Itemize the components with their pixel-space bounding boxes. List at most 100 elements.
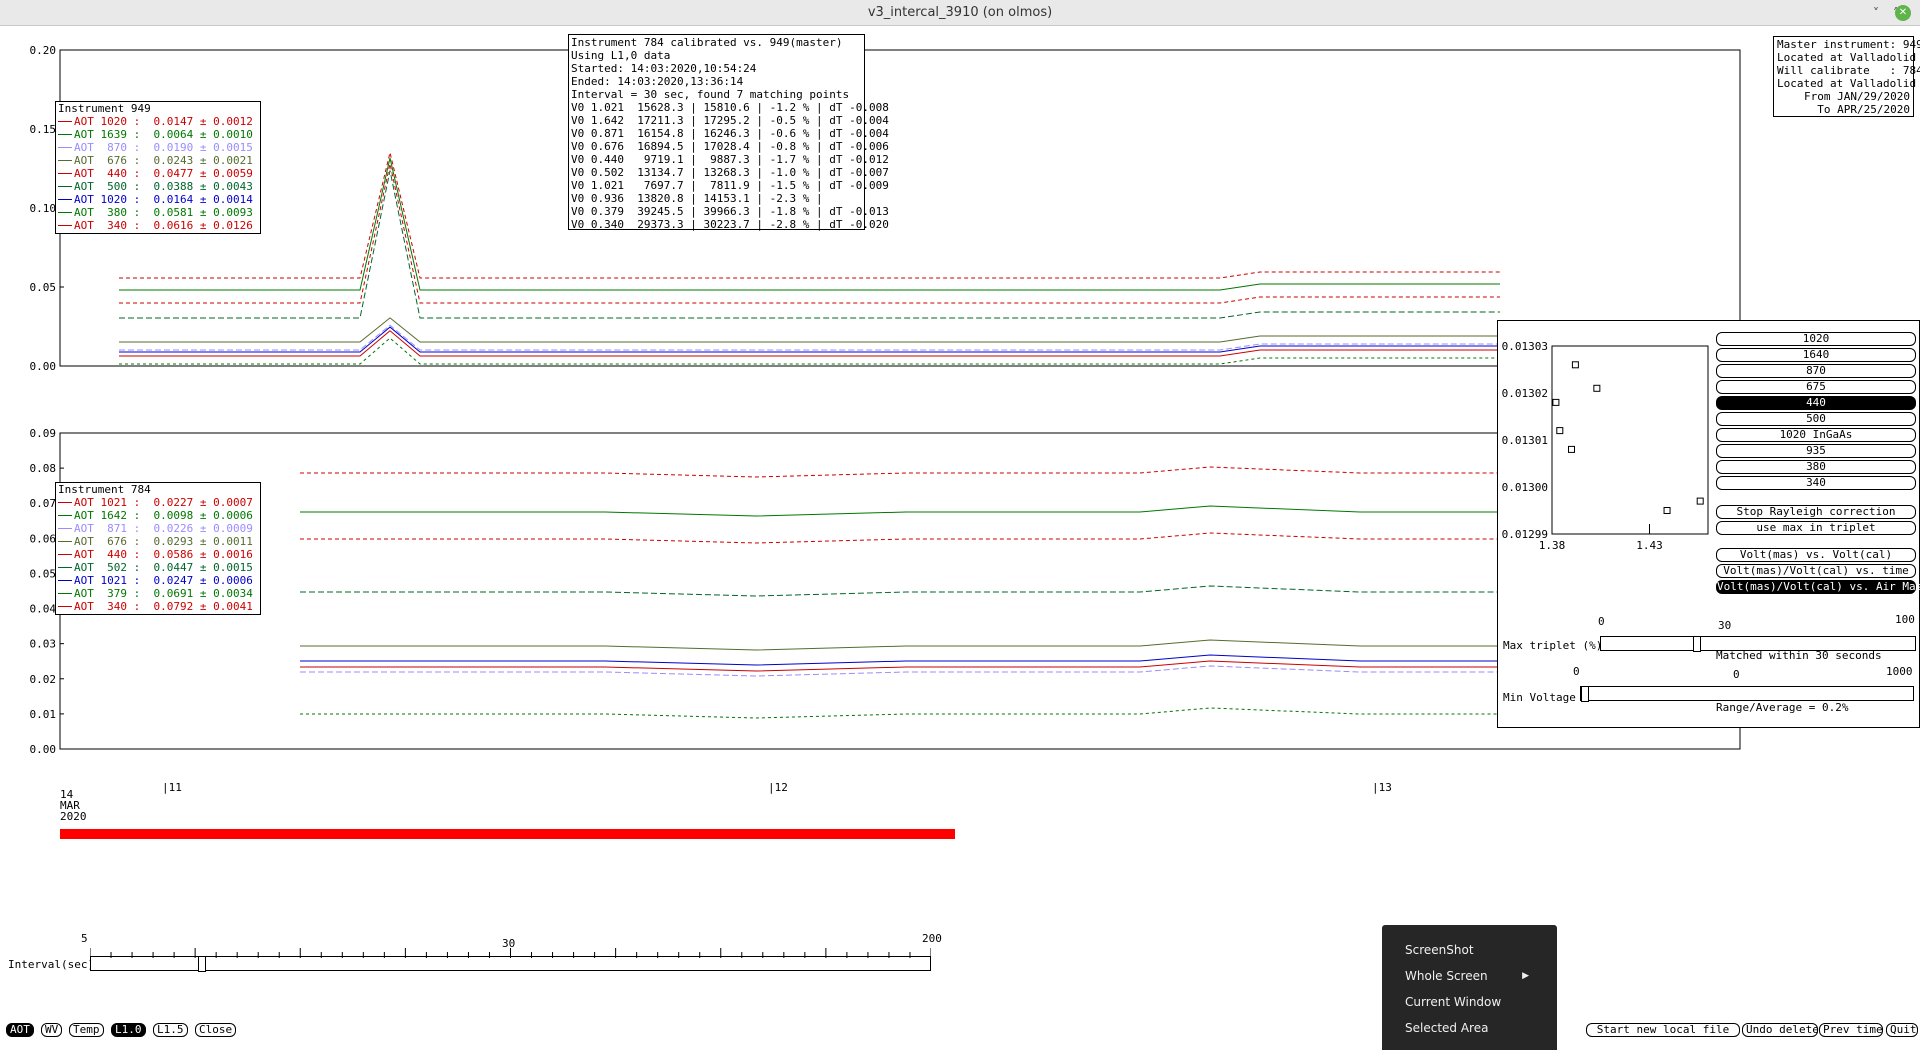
plot-mode-button-1[interactable]: Volt(mas) vs. Volt(cal) [1716,548,1916,562]
minimize-button[interactable]: ˅ [1866,3,1886,23]
bottom-button-quit[interactable]: Quit [1886,1023,1918,1037]
mini-data-point [1696,497,1704,505]
legend-entry: AOT 676 : 0.0293 ± 0.0011 [58,535,258,548]
close-window-button[interactable]: ✕ [1895,5,1911,21]
wavelength-button-380[interactable]: 380 [1716,460,1916,474]
mini-chart-frame [1551,345,1709,535]
y-tick-label: 0.03 [30,638,57,651]
wavelength-button-675[interactable]: 675 [1716,380,1916,394]
use-max-triplet-button[interactable]: use max in triplet [1716,521,1916,535]
bottom-series-line [300,639,1500,651]
min-voltage-slider[interactable] [1580,686,1914,702]
bottom-button-l15[interactable]: L1.5 [153,1023,188,1037]
mini-y-tick: 0.01302 [1502,387,1548,400]
info-line: V0 1.642 17211.3 | 17295.2 | -0.5 % | dT… [571,114,889,127]
wavelength-button-935[interactable]: 935 [1716,444,1916,458]
max-triplet-mid: 30 [1718,619,1732,632]
legend-label: AOT 1021 : [74,574,154,587]
bottom-series-line [300,505,1500,517]
master-line: Located at Valladolid [1777,51,1917,64]
interval-ticks [90,948,931,958]
legend-entry: AOT 870 : 0.0190 ± 0.0015 [58,141,258,154]
min-voltage-note: Range/Average = 0.2% [1716,701,1849,714]
legend-marker-icon [58,147,72,148]
bottom-button-l10[interactable]: L1.0 [111,1023,146,1037]
info-line: V0 0.340 29373.3 | 30223.7 | -2.8 % | dT… [571,218,889,231]
menu-item-screenshot[interactable]: ScreenShot [1382,937,1557,963]
interval-label: Interval(sec) [8,958,95,971]
legend-value: 0.0164 ± 0.0014 [153,193,253,206]
bottom-legend: Instrument 784 AOT 1021 : 0.0227 ± 0.000… [55,482,261,615]
y-tick-label: 0.04 [30,603,57,616]
bottom-button-undo-delete[interactable]: Undo delete [1742,1023,1819,1037]
legend-value: 0.0388 ± 0.0043 [153,180,253,193]
menu-item-current-window[interactable]: Current Window [1382,989,1557,1015]
legend-entry: AOT 1639 : 0.0064 ± 0.0010 [58,128,258,141]
stop-rayleigh-button[interactable]: Stop Rayleigh correction [1716,505,1916,519]
min-voltage-mid: 0 [1733,668,1740,681]
interval-slider[interactable] [90,956,931,972]
info-line: V0 1.021 7697.7 | 7811.9 | -1.5 % | dT -… [571,179,889,192]
bottom-button-close[interactable]: Close [195,1023,237,1037]
legend-marker-icon [58,212,72,213]
legend-entry: AOT 379 : 0.0691 ± 0.0034 [58,587,258,600]
bottom-button-temp[interactable]: Temp [69,1023,104,1037]
bottom-button-prev-time[interactable]: Prev time [1819,1023,1883,1037]
plot-mode-button-3[interactable]: Volt(mas)/Volt(cal) vs. Air Mass [1716,580,1920,594]
legend-label: AOT 440 : [74,167,154,180]
legend-marker-icon [58,554,72,555]
info-line: V0 1.021 15628.3 | 15810.6 | -1.2 % | dT… [571,101,889,114]
wavelength-button-1640[interactable]: 1640 [1716,348,1916,362]
airmass-mini-chart[interactable]: 0.013030.013020.013010.013000.012991.38 1… [1498,321,1718,551]
min-voltage-max: 1000 [1886,665,1913,678]
bottom-button-wv[interactable]: WV [41,1023,63,1037]
menu-item-label: Whole Screen [1405,969,1488,983]
mini-x-tick: 1.38 [1539,539,1566,551]
legend-value: 0.0792 ± 0.0041 [153,600,253,613]
legend-entry: AOT 1642 : 0.0098 ± 0.0006 [58,509,258,522]
mini-data-point [1556,427,1564,435]
wavelength-button-1020-ingaas[interactable]: 1020 InGaAs [1716,428,1916,442]
legend-entry: AOT 380 : 0.0581 ± 0.0093 [58,206,258,219]
wavelength-button-1020[interactable]: 1020 [1716,332,1916,346]
legend-entry: AOT 340 : 0.0792 ± 0.0041 [58,600,258,613]
interval-thumb[interactable] [197,956,206,972]
bottom-series-line [300,660,1500,672]
legend-label: AOT 340 : [74,600,154,613]
max-triplet-thumb[interactable] [1693,636,1702,652]
max-triplet-max: 100 [1895,613,1915,626]
legend-entry: AOT 440 : 0.0586 ± 0.0016 [58,548,258,561]
legend-entry: AOT 340 : 0.0616 ± 0.0126 [58,219,258,232]
min-voltage-thumb[interactable] [1581,686,1589,702]
wavelength-button-340[interactable]: 340 [1716,476,1916,490]
y-tick-label: 0.00 [30,743,57,756]
legend-value: 0.0581 ± 0.0093 [153,206,253,219]
y-tick-label: 0.05 [30,281,57,294]
plot-mode-button-2[interactable]: Volt(mas)/Volt(cal) vs. time [1716,564,1916,578]
info-line: V0 0.440 9719.1 | 9887.3 | -1.7 % | dT -… [571,153,889,166]
info-line: Ended: 14:03:2020,13:36:14 [571,75,744,88]
wavelength-button-870[interactable]: 870 [1716,364,1916,378]
wavelength-button-500[interactable]: 500 [1716,412,1916,426]
legend-value: 0.0447 ± 0.0015 [153,561,253,574]
menu-item-selected-area[interactable]: Selected Area [1382,1015,1557,1041]
bottom-series-line [300,532,1500,544]
legend-marker-icon [58,160,72,161]
top-series-line [119,317,1500,343]
bottom-plot-frame [59,432,1741,750]
mini-data-point [1552,398,1560,406]
y-tick-label: 0.00 [30,360,57,373]
legend-value: 0.0190 ± 0.0015 [153,141,253,154]
mini-y-tick: 0.01303 [1502,340,1548,353]
master-line: To APR/25/2020 [1817,103,1910,116]
mini-data-point [1568,445,1575,453]
menu-item-whole-screen[interactable]: Whole Screen ▶ [1382,963,1557,989]
bottom-button-start-new-local-file[interactable]: Start new local file [1586,1023,1740,1037]
time-range-bar[interactable] [60,829,955,839]
wavelength-button-440[interactable]: 440 [1716,396,1916,410]
mini-data-point [1663,507,1671,514]
info-line: Started: 14:03:2020,10:54:24 [571,62,757,75]
legend-marker-icon [58,606,72,607]
legend-value: 0.0147 ± 0.0012 [153,115,253,128]
bottom-button-aot[interactable]: AOT [6,1023,34,1037]
